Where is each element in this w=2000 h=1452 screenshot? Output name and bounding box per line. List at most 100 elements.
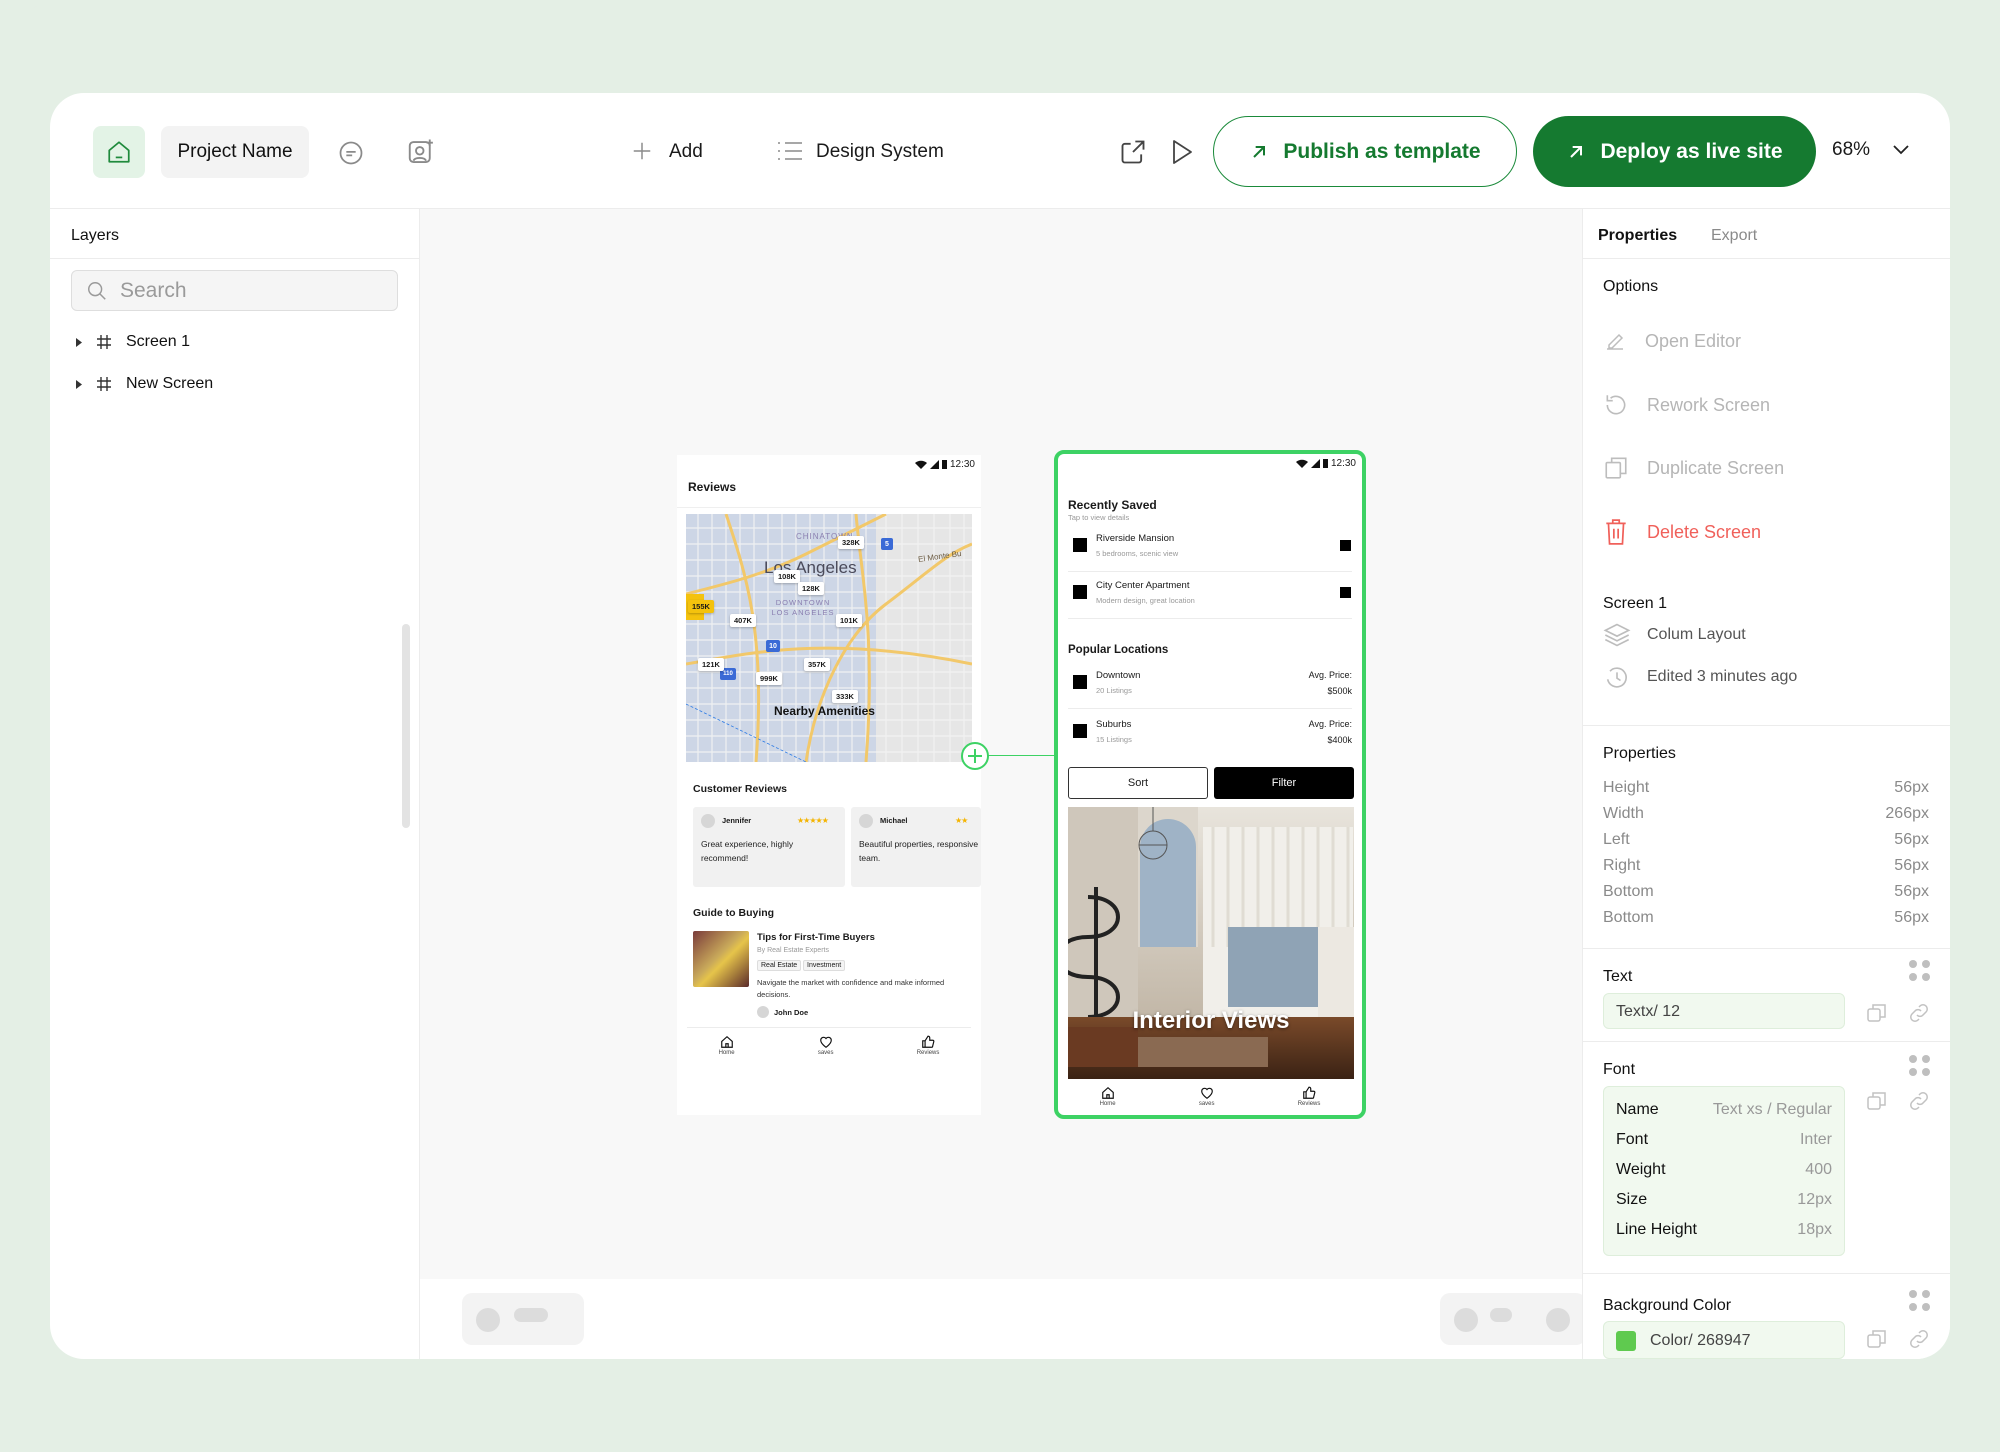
font-key: Name <box>1616 1101 1659 1118</box>
font-row: Size 12px <box>1616 1191 1832 1209</box>
zoom-dropdown[interactable]: 68% <box>1832 139 1910 161</box>
nav-home[interactable]: Home <box>1100 1086 1116 1107</box>
publish-template-button[interactable]: Publish as template <box>1213 116 1517 187</box>
duplicate-screen-option[interactable]: Duplicate Screen <box>1603 455 1784 481</box>
sort-button[interactable]: Sort <box>1068 767 1208 799</box>
new-screen-frame[interactable]: 12:30 Recently Saved Tap to view details… <box>1054 450 1366 1119</box>
property-row[interactable]: Bottom 56px <box>1603 909 1929 927</box>
deploy-label: Deploy as live site <box>1600 139 1783 163</box>
background-color-field[interactable]: Color/ 268947 <box>1603 1321 1845 1359</box>
publish-label: Publish as template <box>1283 139 1481 163</box>
design-system-button[interactable]: Design System <box>816 141 944 163</box>
review-card[interactable]: Michael ★★ Beautiful properties, respons… <box>851 807 981 887</box>
price-marker[interactable]: 128K <box>798 582 824 595</box>
placeholder-dot <box>1454 1308 1478 1332</box>
add-user-icon[interactable] <box>405 136 437 168</box>
price-marker[interactable]: 999K <box>756 672 782 685</box>
comment-icon[interactable] <box>336 138 366 168</box>
copy-icon[interactable] <box>1865 1327 1889 1356</box>
layers-icon <box>1603 623 1631 647</box>
font-style-field[interactable]: Name Text xs / Regular Font Inter Weight 40… <box>1603 1086 1845 1256</box>
layer-item-screen-1[interactable]: Screen 1 <box>76 333 190 351</box>
scrollbar[interactable] <box>402 624 410 828</box>
screen-connector <box>981 755 1054 756</box>
signal-icon <box>1310 459 1320 468</box>
bookmark-icon[interactable] <box>1340 587 1351 598</box>
property-row[interactable]: Left 56px <box>1603 831 1929 849</box>
rework-screen-option[interactable]: Rework Screen <box>1603 392 1770 418</box>
play-icon[interactable] <box>1168 137 1196 167</box>
drag-handle-icon[interactable] <box>1909 1290 1931 1312</box>
nav-saves[interactable]: saves <box>818 1035 834 1056</box>
link-icon[interactable] <box>1907 1327 1931 1356</box>
add-button[interactable]: Add <box>669 141 703 163</box>
layers-title: Layers <box>71 227 120 244</box>
review-card[interactable]: Jennifer ★★★★★ Great experience, highly … <box>693 807 845 887</box>
nav-home[interactable]: Home <box>719 1035 735 1056</box>
location-name[interactable]: Suburbs <box>1096 719 1131 730</box>
layers-search-input[interactable]: Search <box>71 270 398 311</box>
price-marker[interactable]: 333K <box>832 690 858 703</box>
section-title: Recently Saved <box>1068 498 1157 512</box>
nav-reviews[interactable]: Reviews <box>917 1035 939 1056</box>
list-icon[interactable] <box>776 138 804 164</box>
screen-1-frame[interactable]: 12:30 Reviews CHINATOWN Los Angeles DOWN… <box>677 455 981 1115</box>
nav-saves[interactable]: saves <box>1199 1086 1215 1107</box>
article-thumbnail[interactable] <box>693 931 749 987</box>
price-marker[interactable]: 407K <box>730 614 756 627</box>
design-canvas[interactable]: 12:30 Reviews CHINATOWN Los Angeles DOWN… <box>420 209 1586 1359</box>
link-icon[interactable] <box>1907 1089 1931 1118</box>
property-row[interactable]: Bottom 56px <box>1603 883 1929 901</box>
layer-item-new-screen[interactable]: New Screen <box>76 375 213 393</box>
drag-handle-icon[interactable] <box>1909 960 1931 982</box>
saved-name[interactable]: City Center Apartment <box>1096 580 1189 591</box>
price-marker[interactable]: 121K <box>698 658 724 671</box>
property-row[interactable]: Height 56px <box>1603 779 1929 797</box>
filter-button[interactable]: Filter <box>1214 767 1354 799</box>
property-row[interactable]: Right 56px <box>1603 857 1929 875</box>
saved-name[interactable]: Riverside Mansion <box>1096 533 1174 544</box>
copy-icon[interactable] <box>1865 1001 1889 1030</box>
toolbar-placeholder-right[interactable] <box>1440 1293 1586 1345</box>
author-avatar <box>757 1006 769 1018</box>
toolbar-placeholder-left[interactable] <box>462 1293 584 1345</box>
article-title[interactable]: Tips for First-Time Buyers <box>757 932 875 943</box>
home-button[interactable] <box>93 126 145 178</box>
price-marker[interactable]: 101K <box>836 614 862 627</box>
add-screen-button[interactable] <box>961 742 989 770</box>
font-key: Size <box>1616 1191 1648 1208</box>
heart-icon <box>1200 1087 1213 1099</box>
article-tag[interactable]: Investment <box>803 960 846 971</box>
font-row: Line Height 18px <box>1616 1221 1832 1239</box>
property-row[interactable]: Width 266px <box>1603 805 1929 823</box>
deploy-live-button[interactable]: Deploy as live site <box>1533 116 1816 187</box>
interior-photo[interactable]: Interior Views <box>1068 807 1354 1079</box>
placeholder-bar <box>1490 1308 1512 1322</box>
open-editor-option[interactable]: Open Editor <box>1603 329 1741 353</box>
article-tag[interactable]: Real Estate <box>757 960 802 971</box>
price-marker[interactable]: 328K <box>838 536 864 549</box>
delete-screen-option[interactable]: Delete Screen <box>1603 518 1761 546</box>
price-label: Avg. Price: <box>1308 670 1352 680</box>
bookmark-icon[interactable] <box>1340 540 1351 551</box>
text-style-field[interactable]: Textx/ 12 <box>1603 993 1845 1029</box>
tab-export[interactable]: Export <box>1711 227 1757 245</box>
nav-label: saves <box>817 1050 834 1056</box>
divider <box>1068 618 1352 619</box>
nav-reviews[interactable]: Reviews <box>1298 1086 1320 1107</box>
tab-properties[interactable]: Properties <box>1598 227 1677 245</box>
location-thumbnail <box>1073 724 1087 738</box>
price-marker[interactable]: 108K <box>774 570 800 583</box>
project-name-button[interactable]: Project Name <box>161 126 309 178</box>
drag-handle-icon[interactable] <box>1909 1055 1931 1077</box>
open-external-icon[interactable] <box>1118 137 1148 167</box>
location-name[interactable]: Downtown <box>1096 670 1140 681</box>
nav-label: Home <box>718 1050 735 1056</box>
copy-icon[interactable] <box>1865 1089 1889 1118</box>
map-view[interactable]: CHINATOWN Los Angeles DOWNTOWN LOS ANGEL… <box>686 514 972 762</box>
price-marker[interactable]: 155K <box>688 600 714 613</box>
price-marker[interactable]: 357K <box>804 658 830 671</box>
plus-icon[interactable] <box>630 139 654 163</box>
link-icon[interactable] <box>1907 1001 1931 1030</box>
frame-icon <box>97 335 111 349</box>
